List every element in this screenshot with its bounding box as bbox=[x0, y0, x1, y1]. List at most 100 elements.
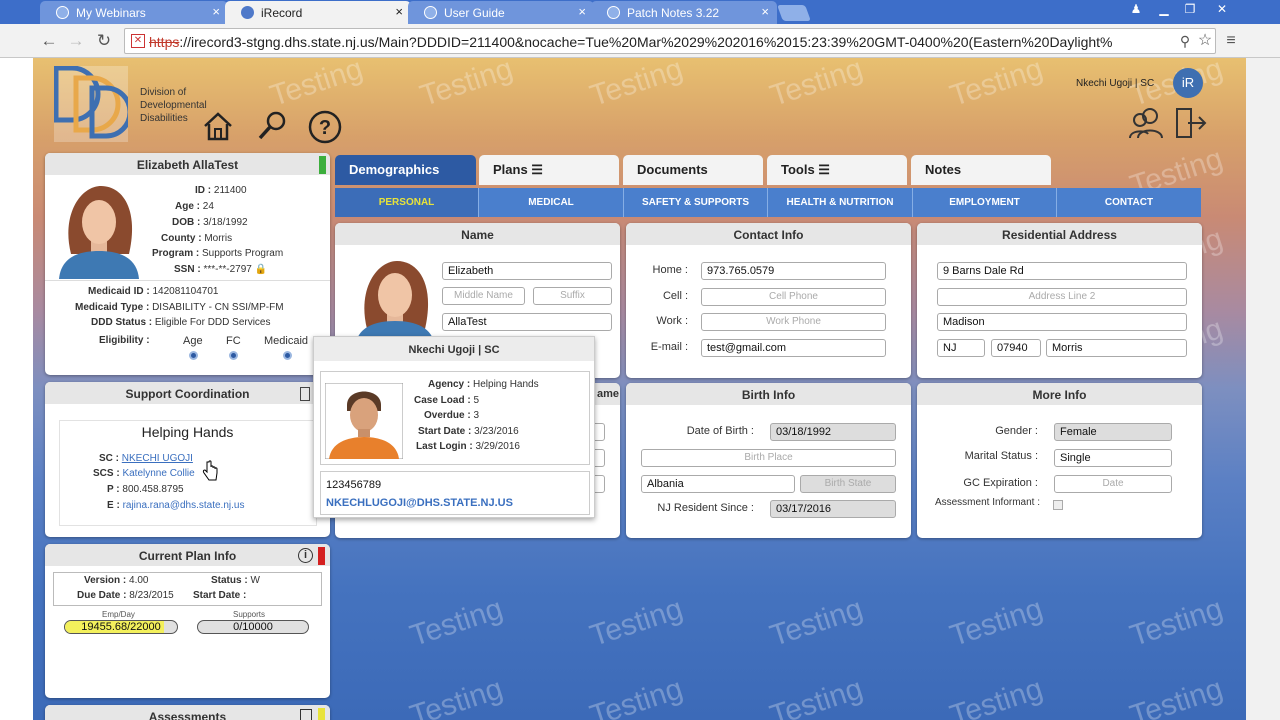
cell-label: Cell : bbox=[662, 290, 688, 302]
ddd-status-label: DDD Status : bbox=[91, 317, 153, 328]
subtab-medical[interactable]: MEDICAL bbox=[479, 188, 624, 217]
user-avatar[interactable]: iR bbox=[1173, 68, 1203, 98]
address-toolbar: ← → ↻ ✕ https://irecord3-stgng.dhs.state… bbox=[0, 24, 1280, 58]
birth-state-select[interactable]: Birth State bbox=[800, 475, 896, 493]
reload-icon[interactable]: ↻ bbox=[93, 30, 115, 52]
home-phone-input[interactable]: 973.765.0579 bbox=[701, 262, 886, 280]
browser-tab-patch-notes[interactable]: Patch Notes 3.22 × bbox=[591, 1, 777, 24]
ddd-logo[interactable] bbox=[53, 65, 133, 142]
contact-info-panel: Contact Info Home : 973.765.0579 Cell : … bbox=[626, 223, 911, 378]
suffix-input[interactable]: Suffix bbox=[533, 287, 612, 305]
logout-icon[interactable] bbox=[1174, 106, 1208, 140]
home-icon[interactable] bbox=[202, 110, 234, 142]
sc-link[interactable]: NKECHI UGOJI bbox=[122, 453, 193, 464]
close-icon[interactable]: × bbox=[578, 4, 586, 19]
minimize-icon[interactable]: ▁ bbox=[1154, 2, 1174, 20]
help-icon[interactable]: ? bbox=[308, 110, 342, 144]
tab-tools[interactable]: Tools ☰ bbox=[767, 155, 907, 185]
plan-version-row: Version : 4.00 bbox=[84, 575, 149, 586]
zoom-icon[interactable]: ⚲ bbox=[1174, 30, 1196, 52]
back-arrow-icon[interactable]: ← bbox=[38, 30, 60, 52]
subtab-health-nutrition[interactable]: HEALTH & NUTRITION bbox=[768, 188, 913, 217]
new-tab-button[interactable] bbox=[777, 5, 811, 21]
birth-place-input[interactable]: Birth Place bbox=[641, 449, 896, 467]
url-field[interactable]: ✕ https://irecord3-stgng.dhs.state.nj.us… bbox=[124, 28, 1216, 54]
coordinator-email-link[interactable]: NKECHLUGOJI@DHS.STATE.NJ.US bbox=[326, 497, 513, 509]
browser-tab-irecord[interactable]: iRecord × bbox=[225, 1, 411, 24]
email-value[interactable]: rajina.rana@dhs.state.nj.us bbox=[123, 500, 245, 511]
subtab-personal[interactable]: PERSONAL bbox=[335, 188, 479, 217]
ssn-value: ***-**-2797 bbox=[203, 264, 252, 275]
date-of-birth-input[interactable]: 03/18/1992 bbox=[770, 423, 896, 441]
start-date-label: Start Date : bbox=[418, 426, 472, 437]
address-line1-input[interactable]: 9 Barns Dale Rd bbox=[937, 262, 1187, 280]
window-close-icon[interactable]: ✕ bbox=[1212, 2, 1232, 20]
gc-expiration-input[interactable]: Date bbox=[1054, 475, 1172, 493]
program-label: Program : bbox=[152, 248, 200, 259]
marital-status-select[interactable]: Single bbox=[1054, 449, 1172, 467]
tab-plans[interactable]: Plans ☰ bbox=[479, 155, 619, 185]
tab-notes[interactable]: Notes bbox=[911, 155, 1051, 185]
medicaid-id-row: Medicaid ID : 142081104701 bbox=[88, 286, 218, 297]
medicaid-type-label: Medicaid Type : bbox=[75, 302, 150, 313]
watermark: Testing bbox=[946, 58, 1047, 113]
assessment-informant-label: Assessment Informant : bbox=[934, 497, 1040, 508]
email-input[interactable]: test@gmail.com bbox=[701, 339, 886, 357]
scs-value[interactable]: Katelynne Collie bbox=[122, 468, 194, 479]
person-avatar bbox=[59, 186, 139, 279]
document-icon[interactable] bbox=[300, 709, 312, 720]
lock-icon[interactable]: 🔒 bbox=[255, 264, 267, 275]
browser-tab-my-webinars[interactable]: My Webinars × bbox=[40, 1, 228, 24]
last-name-input[interactable]: AllaTest bbox=[442, 313, 612, 331]
search-icon[interactable] bbox=[256, 110, 288, 142]
address-line2-input[interactable]: Address Line 2 bbox=[937, 288, 1187, 306]
cell-phone-input[interactable]: Cell Phone bbox=[701, 288, 886, 306]
zip-input[interactable]: 07940 bbox=[991, 339, 1041, 357]
page-scrollbar-track[interactable] bbox=[1246, 58, 1280, 720]
forward-arrow-icon[interactable]: → bbox=[65, 30, 87, 52]
hover-card-title: Nkechi Ugoji | SC bbox=[314, 337, 594, 361]
status-indicator-red bbox=[318, 547, 325, 565]
bookmark-star-icon[interactable]: ☆ bbox=[1194, 30, 1216, 52]
user-profile-icon[interactable]: ♟ bbox=[1126, 2, 1146, 20]
tab-label: My Webinars bbox=[76, 6, 146, 20]
menu-icon[interactable]: ≡ bbox=[1220, 30, 1242, 52]
url-text: ://irecord3-stgng.dhs.state.nj.us/Main?D… bbox=[179, 34, 1113, 50]
marital-status-label: Marital Status : bbox=[964, 450, 1038, 462]
supports-progress: 0/10000 bbox=[197, 620, 309, 634]
nj-resident-input[interactable]: 03/17/2016 bbox=[770, 500, 896, 518]
state-input[interactable]: NJ bbox=[937, 339, 985, 357]
subtab-safety-supports[interactable]: SAFETY & SUPPORTS bbox=[624, 188, 768, 217]
last-login-value: 3/29/2016 bbox=[475, 441, 520, 452]
info-icon[interactable]: i bbox=[298, 548, 313, 563]
eligibility-medicaid-dot bbox=[283, 351, 292, 360]
eligibility-age-dot bbox=[189, 351, 198, 360]
supports-label: Supports bbox=[233, 610, 266, 619]
gc-expiration-label: GC Expiration : bbox=[963, 477, 1038, 489]
gender-select[interactable]: Female bbox=[1054, 423, 1172, 441]
county-input[interactable]: Morris bbox=[1046, 339, 1187, 357]
tab-demographics[interactable]: Demographics bbox=[335, 155, 476, 185]
emp-day-label: Emp/Day bbox=[102, 610, 135, 619]
subtab-contact[interactable]: CONTACT bbox=[1057, 188, 1201, 217]
middle-name-input[interactable]: Middle Name bbox=[442, 287, 525, 305]
work-phone-input[interactable]: Work Phone bbox=[701, 313, 886, 331]
birth-country-select[interactable]: Albania bbox=[641, 475, 795, 493]
restore-icon[interactable]: ❐ bbox=[1180, 2, 1200, 20]
assessment-informant-checkbox[interactable] bbox=[1053, 500, 1063, 510]
building-icon[interactable] bbox=[300, 387, 310, 401]
panel-title-fragment: ame bbox=[597, 388, 620, 400]
first-name-input[interactable]: Elizabeth bbox=[442, 262, 612, 280]
close-icon[interactable]: × bbox=[395, 4, 403, 19]
id-value: 211400 bbox=[213, 185, 247, 196]
insecure-lock-icon: ✕ bbox=[131, 34, 145, 48]
tab-documents[interactable]: Documents bbox=[623, 155, 763, 185]
home-label: Home : bbox=[652, 264, 688, 276]
close-icon[interactable]: × bbox=[761, 4, 769, 19]
users-group-icon[interactable] bbox=[1128, 106, 1166, 140]
close-icon[interactable]: × bbox=[212, 4, 220, 19]
city-input[interactable]: Madison bbox=[937, 313, 1187, 331]
browser-tab-user-guide[interactable]: User Guide × bbox=[408, 1, 594, 24]
subtab-employment[interactable]: EMPLOYMENT bbox=[913, 188, 1057, 217]
person-county-row: County : Morris bbox=[161, 233, 232, 244]
